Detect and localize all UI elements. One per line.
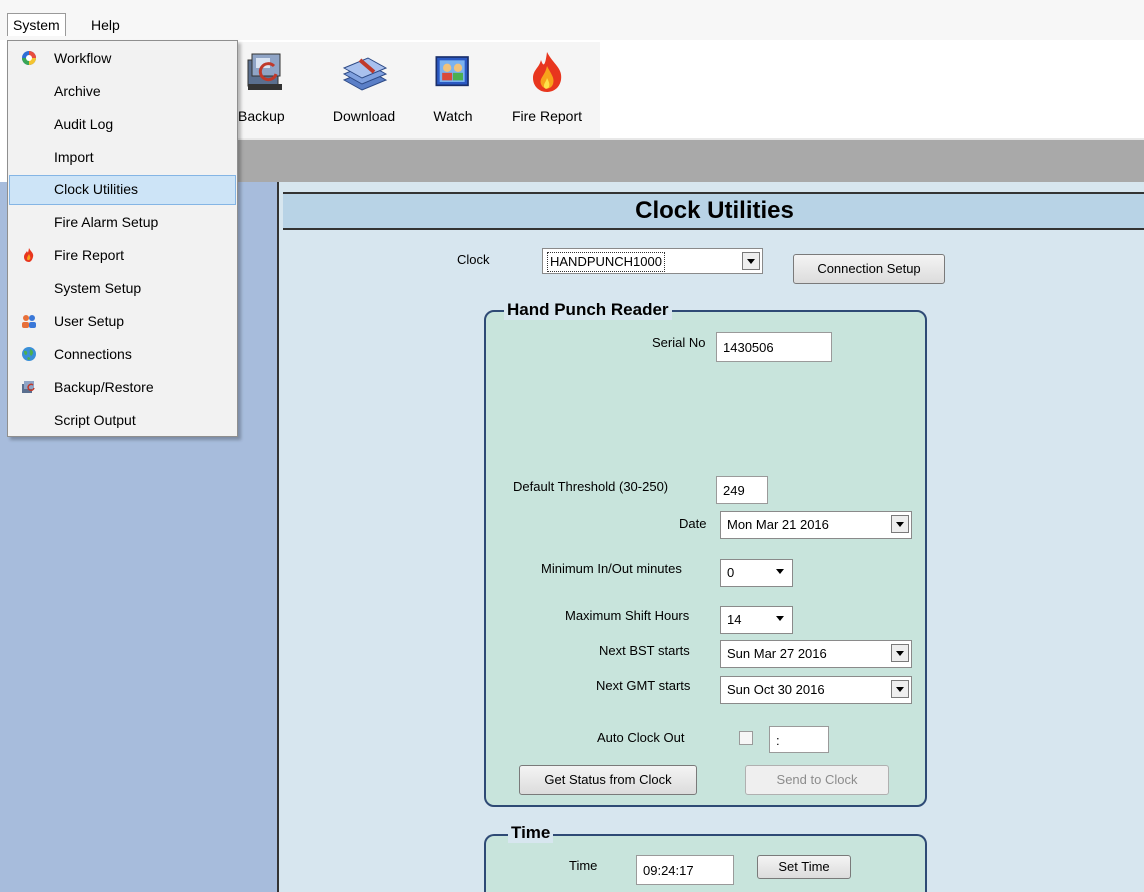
toolbar-watch-button[interactable]: Watch xyxy=(422,42,484,138)
chevron-down-icon[interactable] xyxy=(891,515,909,533)
max-shift-label: Maximum Shift Hours xyxy=(565,608,690,623)
chevron-down-icon[interactable] xyxy=(891,644,909,662)
auto-clock-out-label: Auto Clock Out xyxy=(597,730,685,745)
menu-item-label: Audit Log xyxy=(54,116,114,132)
menu-item-label: Backup/Restore xyxy=(54,379,154,395)
date-value: Mon Mar 21 2016 xyxy=(727,517,829,532)
menu-item-label: User Setup xyxy=(54,313,125,329)
system-menu-dropdown: Workflow Archive Audit Log Import Clock … xyxy=(7,40,238,437)
get-status-button[interactable]: Get Status from Clock xyxy=(519,765,697,795)
page-title-bar: Clock Utilities xyxy=(283,192,1144,230)
min-inout-label: Minimum In/Out minutes xyxy=(541,561,682,576)
users-icon xyxy=(22,315,36,328)
toolbar-download-button[interactable]: Download xyxy=(320,42,408,138)
clock-label: Clock xyxy=(457,252,490,267)
menu-item-label: Workflow xyxy=(54,50,112,66)
menu-item-label: Script Output xyxy=(54,412,136,428)
min-inout-value: 0 xyxy=(727,565,735,580)
connection-setup-button[interactable]: Connection Setup xyxy=(793,254,945,284)
time-group-title: Time xyxy=(508,823,554,843)
watch-icon xyxy=(435,56,469,87)
next-gmt-picker[interactable]: Sun Oct 30 2016 xyxy=(720,676,912,704)
workflow-icon xyxy=(22,51,36,65)
time-field[interactable]: 09:24:17 xyxy=(636,855,734,885)
date-picker[interactable]: Mon Mar 21 2016 xyxy=(720,511,912,539)
clock-select-value: HANDPUNCH1000 xyxy=(547,252,665,272)
menu-item-import[interactable]: Import xyxy=(9,143,236,173)
fire-icon xyxy=(24,248,34,262)
serial-no-field[interactable]: 1430506 xyxy=(716,332,832,362)
send-to-clock-button[interactable]: Send to Clock xyxy=(745,765,889,795)
chevron-down-icon[interactable] xyxy=(742,252,760,270)
menu-item-clock-utilities[interactable]: Clock Utilities xyxy=(9,175,236,205)
serial-no-label: Serial No xyxy=(652,335,706,350)
chevron-down-icon[interactable] xyxy=(891,680,909,698)
time-label: Time xyxy=(569,858,598,873)
auto-clock-out-time-field[interactable]: : xyxy=(769,726,829,753)
toolbar-watch-label: Watch xyxy=(433,108,473,124)
menu-item-fire-report[interactable]: Fire Report xyxy=(9,241,236,271)
default-threshold-field[interactable]: 249 xyxy=(716,476,768,504)
grey-strip xyxy=(238,138,1144,184)
menu-bar: System Help xyxy=(0,0,1144,40)
clock-utilities-panel: Clock Utilities Clock HANDPUNCH1000 Conn… xyxy=(277,182,1144,892)
toolbar-backup-button[interactable]: Backup xyxy=(238,42,285,138)
toolbar: Backup Download Watch Fire Report xyxy=(238,42,600,138)
set-time-button[interactable]: Set Time xyxy=(757,855,851,879)
menu-item-system-setup[interactable]: System Setup xyxy=(9,274,236,304)
menu-item-connections[interactable]: Connections xyxy=(9,340,236,370)
menu-item-label: System Setup xyxy=(54,280,142,296)
auto-clock-out-checkbox[interactable] xyxy=(739,731,753,745)
menu-item-label: Clock Utilities xyxy=(54,181,139,197)
menu-item-label: Fire Alarm Setup xyxy=(54,214,159,230)
menu-item-label: Connections xyxy=(54,346,132,362)
chevron-down-icon[interactable] xyxy=(772,563,790,581)
menu-item-user-setup[interactable]: User Setup xyxy=(9,307,236,337)
backup-icon xyxy=(22,381,35,393)
next-gmt-label: Next GMT starts xyxy=(596,678,691,693)
date-label: Date xyxy=(679,516,707,531)
fire-icon xyxy=(533,52,562,92)
clock-select[interactable]: HANDPUNCH1000 xyxy=(542,248,763,274)
hand-punch-reader-group xyxy=(484,310,927,807)
toolbar-backup-label: Backup xyxy=(238,108,285,124)
menu-item-audit-log[interactable]: Audit Log xyxy=(9,110,236,140)
menu-item-label: Archive xyxy=(54,83,101,99)
globe-icon xyxy=(22,347,36,361)
max-shift-value: 14 xyxy=(727,612,742,627)
toolbar-fire-report-label: Fire Report xyxy=(511,108,583,124)
toolbar-download-label: Download xyxy=(332,108,396,124)
menu-item-label: Fire Report xyxy=(54,247,125,263)
menu-help[interactable]: Help xyxy=(86,14,125,36)
next-bst-label: Next BST starts xyxy=(599,643,690,658)
min-inout-select[interactable]: 0 xyxy=(720,559,793,587)
menu-item-label: Import xyxy=(54,149,94,165)
menu-system[interactable]: System xyxy=(7,13,66,36)
menu-item-workflow[interactable]: Workflow xyxy=(9,44,236,74)
download-icon xyxy=(342,57,388,91)
max-shift-select[interactable]: 14 xyxy=(720,606,793,634)
next-bst-value: Sun Mar 27 2016 xyxy=(727,646,827,661)
next-gmt-value: Sun Oct 30 2016 xyxy=(727,682,825,697)
menu-item-archive[interactable]: Archive xyxy=(9,77,236,107)
page-title: Clock Utilities xyxy=(635,197,794,224)
hand-punch-reader-title: Hand Punch Reader xyxy=(504,300,672,320)
default-threshold-label: Default Threshold (30-250) xyxy=(513,479,669,494)
menu-item-fire-alarm-setup[interactable]: Fire Alarm Setup xyxy=(9,208,236,238)
chevron-down-icon[interactable] xyxy=(772,610,790,628)
next-bst-picker[interactable]: Sun Mar 27 2016 xyxy=(720,640,912,668)
menu-item-script-output[interactable]: Script Output xyxy=(9,406,236,436)
menu-item-backup-restore[interactable]: Backup/Restore xyxy=(9,373,236,403)
backup-icon xyxy=(247,53,282,90)
toolbar-fire-report-button[interactable]: Fire Report xyxy=(500,42,594,138)
